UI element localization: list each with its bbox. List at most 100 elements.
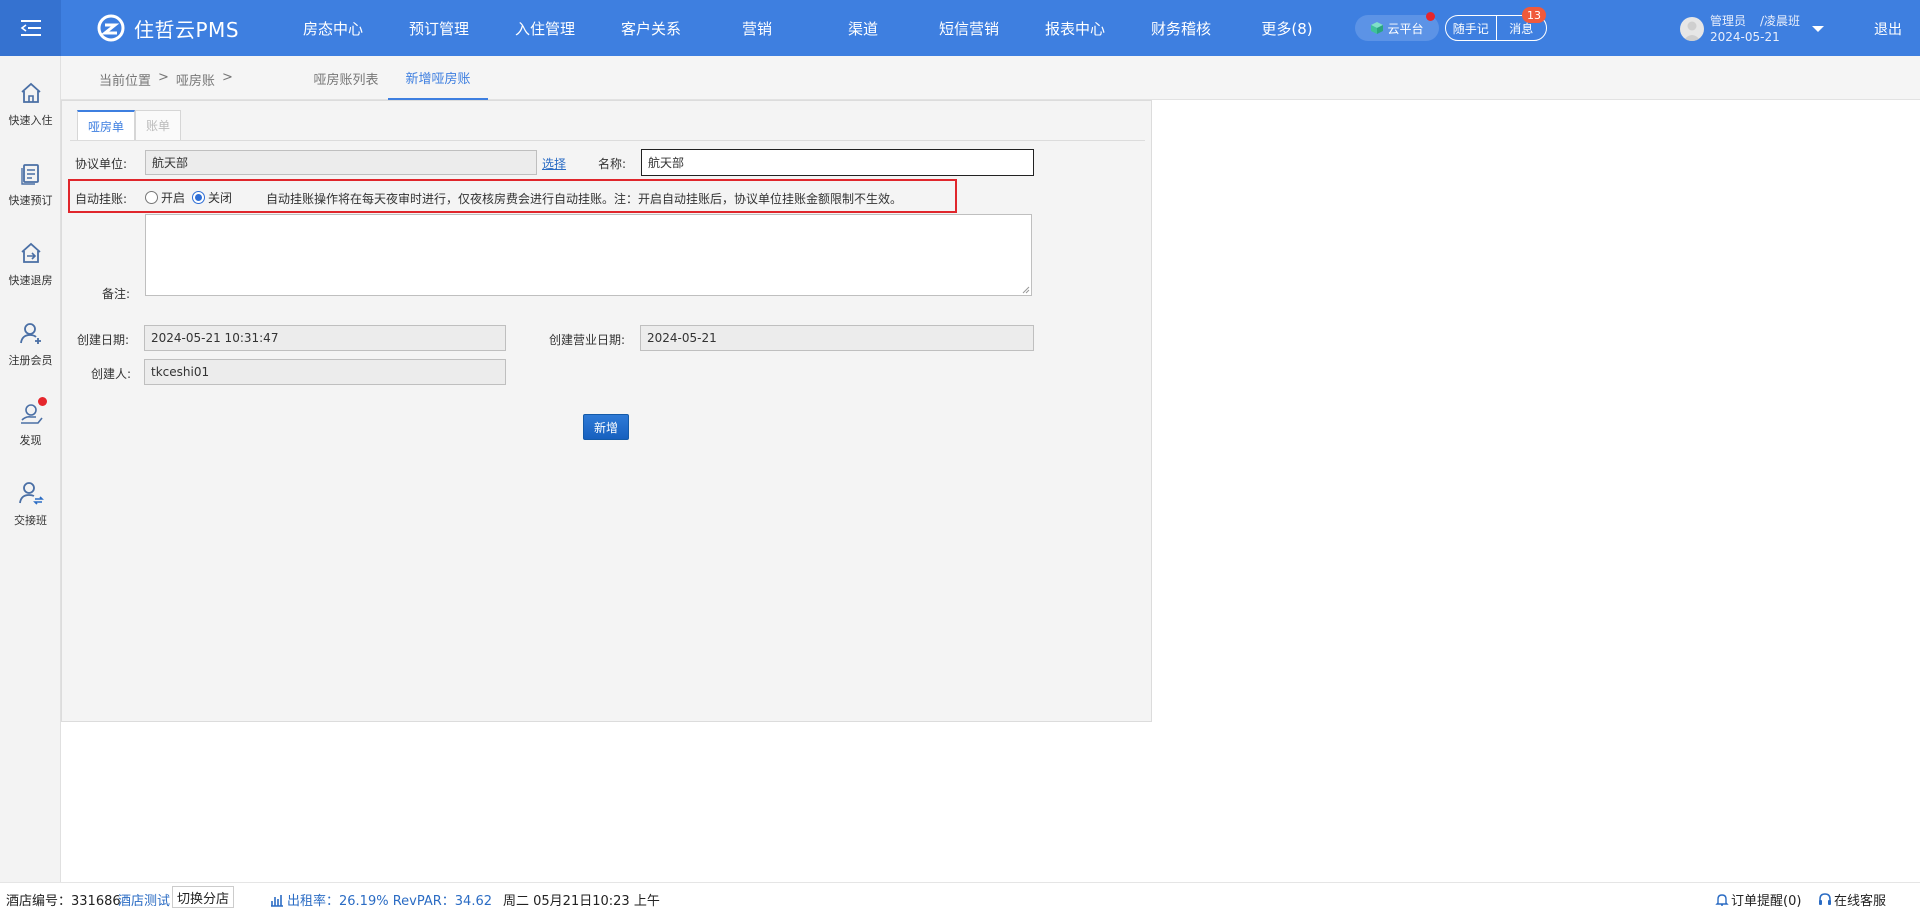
order-remind-button[interactable]: 订单提醒(0): [1715, 890, 1801, 909]
sidebar-item-label: 注册会员: [8, 354, 53, 367]
add-button[interactable]: 新增: [583, 414, 629, 440]
nav-checkin[interactable]: 入住管理: [492, 0, 598, 56]
user-date: 2024-05-21: [1710, 30, 1780, 44]
hotel-name-link[interactable]: 酒店测试: [118, 890, 170, 909]
agreement-unit-field[interactable]: 航天部: [145, 150, 537, 175]
user-info: 管理员 /凌晨班 2024-05-21: [1710, 13, 1800, 45]
sidebar-item-label: 交接班: [14, 514, 47, 527]
sidebar-item-label: 发现: [19, 434, 42, 447]
creator-label: 创建人:: [91, 367, 132, 381]
sidebar-item-shift-handover[interactable]: 交接班: [0, 480, 61, 546]
status-bar: 酒店编号：331686 酒店测试 切换分店 出租率：26.19% RevPAR：…: [0, 882, 1920, 911]
nav-channels[interactable]: 渠道: [810, 0, 916, 56]
created-business-date-label: 创建营业日期:: [549, 333, 626, 347]
auto-bill-label: 自动挂账:: [75, 192, 128, 206]
divider: [70, 140, 1145, 141]
sidebar-item-label: 快速退房: [8, 274, 53, 287]
notification-dot: [1426, 12, 1435, 21]
occupancy-stats[interactable]: 出租率：26.19% RevPAR：34.62: [270, 890, 492, 909]
auto-bill-note: 自动挂账操作将在每天夜审时进行，仅夜核房费会进行自动挂账。注：开启自动挂账后，协…: [266, 192, 903, 206]
nav-room-status[interactable]: 房态中心: [280, 0, 386, 56]
created-business-date-field[interactable]: 2024-05-21: [640, 325, 1034, 351]
brand-logo-icon: [97, 14, 125, 42]
subtab-dummy-room[interactable]: 哑房单: [77, 110, 136, 140]
select-agreement-unit-link[interactable]: 选择: [542, 155, 566, 172]
remark-textarea[interactable]: [145, 214, 1032, 296]
cube-icon: [1371, 22, 1384, 34]
order-remind-label: 订单提醒(0): [1731, 894, 1802, 909]
avatar: [1680, 17, 1704, 41]
brand[interactable]: 住哲云PMS: [96, 13, 239, 43]
created-date-label: 创建日期:: [77, 333, 130, 347]
switch-branch-button[interactable]: 切换分店: [172, 886, 235, 908]
shift-handover-icon: [18, 482, 44, 505]
user-shift: /凌晨班: [1760, 14, 1801, 28]
notes-button[interactable]: 随手记: [1446, 16, 1496, 40]
subtab-bill[interactable]: 账单: [135, 110, 182, 140]
tab-dummy-room-list[interactable]: 哑房账列表: [301, 56, 391, 100]
user-avatar-icon: [1683, 21, 1701, 41]
brand-name: 住哲云PMS: [134, 17, 240, 42]
home-icon: [20, 82, 41, 103]
main-nav: 房态中心 预订管理 入住管理 客户关系 营销 渠道 短信营销 报表中心 财务稽核…: [280, 0, 1340, 56]
name-label: 名称:: [598, 157, 627, 171]
breadcrumb-separator: >: [221, 70, 233, 85]
resize-grip-icon[interactable]: [1020, 284, 1030, 294]
tab-new-dummy-room[interactable]: 新增哑房账: [388, 56, 488, 100]
user-menu[interactable]: 管理员 /凌晨班 2024-05-21: [1680, 12, 1825, 46]
messages-count-badge: 13: [1522, 7, 1546, 23]
top-navigation-bar: 住哲云PMS 房态中心 预订管理 入住管理 客户关系 营销 渠道 短信营销 报表…: [0, 0, 1920, 56]
breadcrumb: 当前位置 > 哑房账 >: [99, 70, 233, 89]
remark-label: 备注:: [102, 287, 131, 301]
auto-bill-on-option[interactable]: 开启: [145, 189, 185, 206]
headset-icon: [1819, 892, 1831, 905]
sidebar-item-quick-booking[interactable]: 快速预订: [0, 160, 61, 226]
auto-bill-on-radio[interactable]: [145, 191, 158, 204]
cloud-platform-button[interactable]: 云平台: [1355, 12, 1439, 41]
nav-marketing[interactable]: 营销: [704, 0, 810, 56]
creator-field[interactable]: tkceshi01: [144, 359, 506, 385]
created-date-field[interactable]: 2024-05-21 10:31:47: [144, 325, 506, 351]
nav-more[interactable]: 更多(8): [1234, 0, 1340, 56]
sidebar-item-quick-checkin[interactable]: 快速入住: [0, 80, 61, 146]
checkout-icon: [20, 242, 41, 263]
breadcrumb-item[interactable]: 哑房账: [176, 70, 215, 89]
auto-bill-on-label: 开启: [161, 191, 186, 205]
quick-actions-sidebar: 快速入住 快速预订 快速退房 注册会员 发现 交接班: [0, 56, 61, 882]
sidebar-item-discover[interactable]: 发现: [0, 397, 61, 466]
menu-toggle-button[interactable]: [0, 0, 61, 56]
sidebar-item-label: 快速预订: [8, 194, 53, 207]
current-datetime: 周二 05月21日10:23 上午: [503, 894, 660, 909]
auto-bill-off-option[interactable]: 关闭: [192, 189, 232, 206]
auto-bill-off-label: 关闭: [208, 191, 233, 205]
add-user-icon: [19, 323, 41, 344]
bar-chart-icon: [271, 894, 283, 907]
quick-tools: 随手记 消息 13: [1445, 7, 1547, 41]
online-service-label: 在线客服: [1834, 894, 1887, 909]
bell-icon: [1715, 893, 1729, 906]
hotel-number: 酒店编号：331686: [6, 894, 121, 909]
sidebar-item-register-member[interactable]: 注册会员: [0, 320, 61, 386]
dummy-room-form-panel: 哑房单 账单 协议单位: 航天部 选择 名称: 航天部 自动挂账: 开启 关闭 …: [61, 100, 1152, 722]
agreement-unit-label: 协议单位:: [75, 157, 128, 171]
breadcrumb-bar: 当前位置 > 哑房账 > 哑房账列表 新增哑房账: [61, 56, 1920, 100]
chevron-down-icon: [1812, 26, 1825, 32]
cloud-platform-label: 云平台: [1387, 21, 1424, 36]
breadcrumb-prefix: 当前位置: [99, 74, 152, 89]
name-field[interactable]: 航天部: [641, 149, 1034, 176]
auto-bill-off-radio[interactable]: [192, 191, 205, 204]
occupancy-text: 出租率：26.19% RevPAR：34.62: [287, 894, 492, 909]
nav-customers[interactable]: 客户关系: [598, 0, 704, 56]
notification-dot: [38, 397, 47, 406]
nav-finance-audit[interactable]: 财务稽核: [1128, 0, 1234, 56]
nav-reports[interactable]: 报表中心: [1022, 0, 1128, 56]
menu-collapse-icon: [20, 20, 41, 36]
form-subtabs: 哑房单 账单: [77, 110, 182, 140]
online-service-button[interactable]: 在线客服: [1818, 890, 1886, 909]
logout-button[interactable]: 退出: [1874, 19, 1902, 39]
sidebar-item-label: 快速入住: [8, 114, 53, 127]
nav-reservations[interactable]: 预订管理: [386, 0, 492, 56]
breadcrumb-separator: >: [158, 70, 169, 85]
sidebar-item-quick-checkout[interactable]: 快速退房: [0, 240, 61, 306]
nav-sms-marketing[interactable]: 短信营销: [916, 0, 1022, 56]
